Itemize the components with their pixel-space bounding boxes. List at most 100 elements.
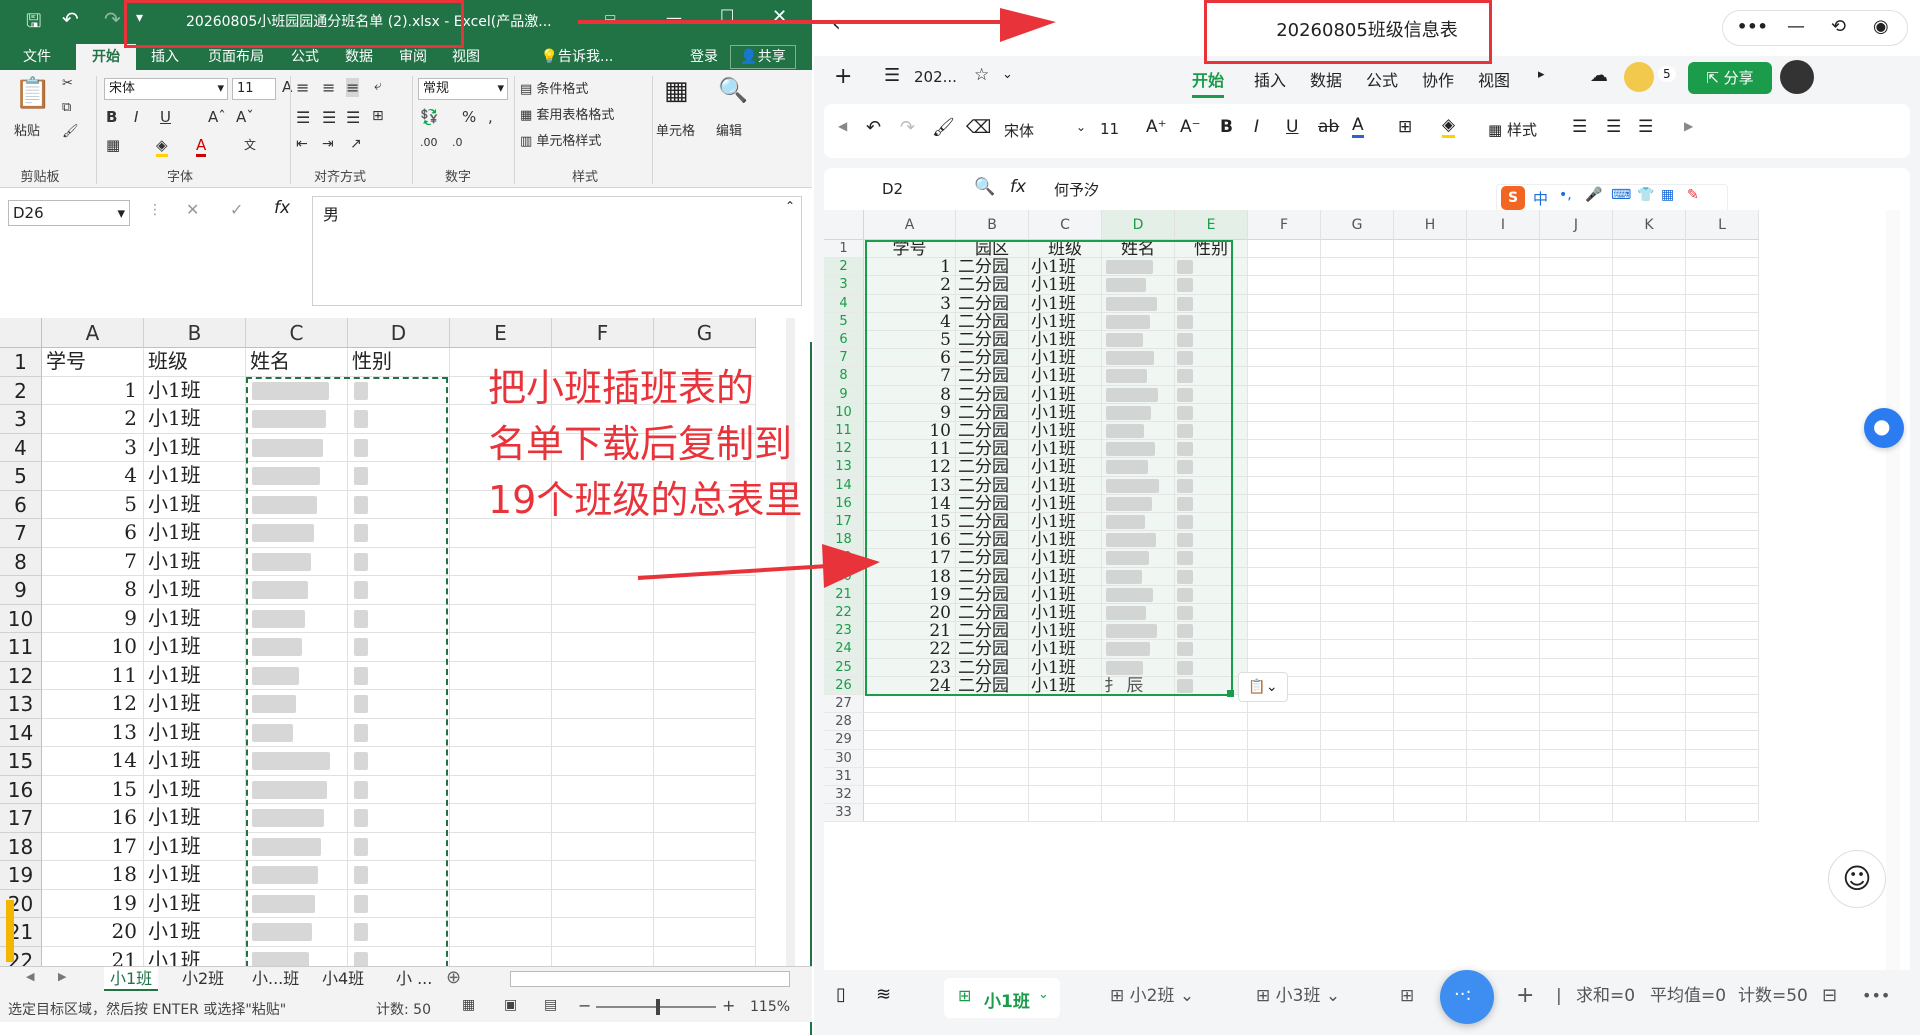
grid-cell[interactable]: [1686, 695, 1759, 714]
grid-cell[interactable]: 6: [864, 349, 956, 368]
grid-cell[interactable]: [1248, 494, 1321, 513]
grid-cell[interactable]: [1686, 513, 1759, 532]
grid-cell[interactable]: [1686, 385, 1759, 404]
grid-cell[interactable]: [1394, 567, 1467, 586]
row-header[interactable]: 1: [824, 240, 864, 259]
grid-cell[interactable]: [1029, 731, 1102, 750]
grid-cell[interactable]: [1467, 640, 1540, 659]
grid-cell[interactable]: 21: [864, 622, 956, 641]
grid-cell[interactable]: [1321, 585, 1394, 604]
grid-cell[interactable]: 7: [42, 547, 144, 576]
next-sheet-icon[interactable]: ▶: [58, 970, 66, 983]
grid-cell[interactable]: [1686, 585, 1759, 604]
skin-icon[interactable]: 👕: [1637, 187, 1654, 203]
grid-cell[interactable]: [1686, 476, 1759, 495]
shrink-font-icon[interactable]: Aˇ: [236, 108, 254, 126]
menu-formula[interactable]: 公式: [1366, 67, 1398, 91]
row-header[interactable]: 9: [824, 385, 864, 404]
grid-cell[interactable]: [1175, 622, 1248, 641]
grid-cell[interactable]: [1175, 385, 1248, 404]
grid-cell[interactable]: [1613, 440, 1686, 459]
grid-cell[interactable]: [1321, 604, 1394, 623]
grid-cell[interactable]: [1102, 604, 1175, 623]
grid-cell[interactable]: 小1班: [1029, 640, 1102, 659]
grid-cell[interactable]: [1175, 604, 1248, 623]
grid-cell[interactable]: 小1班: [144, 861, 246, 890]
grid-cell[interactable]: [1540, 640, 1613, 659]
grid-cell[interactable]: [552, 633, 654, 662]
grid-cell[interactable]: [1175, 403, 1248, 422]
grid-cell[interactable]: 5: [864, 331, 956, 350]
fx-icon[interactable]: fx: [1010, 177, 1026, 197]
row-header[interactable]: 7: [824, 349, 864, 368]
stats-icon[interactable]: ⊟: [1822, 978, 1837, 1014]
cells-icon[interactable]: ▦: [664, 76, 689, 106]
grid-cell[interactable]: [864, 731, 956, 750]
grid-cell[interactable]: [1321, 695, 1394, 714]
column-header[interactable]: B: [144, 318, 246, 348]
grid-cell[interactable]: [1029, 695, 1102, 714]
grid-cell[interactable]: [1321, 240, 1394, 259]
grid-cell[interactable]: 小1班: [1029, 276, 1102, 295]
format-brush-icon[interactable]: 🖌: [932, 117, 955, 138]
grid-cell[interactable]: [654, 946, 756, 966]
grid-cell[interactable]: [1248, 440, 1321, 459]
grid-cell[interactable]: [864, 713, 956, 732]
grid-cell[interactable]: [1175, 549, 1248, 568]
sheet-tab-active[interactable]: 小1班: [104, 967, 159, 991]
grid-cell[interactable]: [552, 918, 654, 947]
grid-cell[interactable]: 18: [864, 567, 956, 586]
grid-cell[interactable]: [1321, 731, 1394, 750]
zoom-in-icon[interactable]: +: [722, 996, 735, 1015]
grid-cell[interactable]: [654, 861, 756, 890]
grid-cell[interactable]: 小1班: [1029, 622, 1102, 641]
column-header[interactable]: G: [1321, 210, 1394, 240]
grid-cell[interactable]: [1540, 294, 1613, 313]
grid-cell[interactable]: [1029, 749, 1102, 768]
grid-cell[interactable]: [1321, 331, 1394, 350]
grid-cell[interactable]: [1540, 767, 1613, 786]
grid-cell[interactable]: [956, 786, 1029, 805]
grid-cell[interactable]: [1102, 531, 1175, 550]
grid-cell[interactable]: [1248, 622, 1321, 641]
row-header[interactable]: 8: [824, 367, 864, 386]
grid-cell[interactable]: [450, 946, 552, 966]
grid-cell[interactable]: [956, 731, 1029, 750]
grid-cell[interactable]: [1394, 349, 1467, 368]
decrease-decimal-icon[interactable]: .0: [452, 136, 463, 149]
row-header[interactable]: 32: [824, 786, 864, 805]
grid-cell[interactable]: 14: [42, 747, 144, 776]
align-middle-icon[interactable]: ≡: [322, 78, 335, 97]
grid-cell[interactable]: [1467, 549, 1540, 568]
add-sheet-icon[interactable]: +: [1516, 978, 1534, 1014]
grid-cell[interactable]: [1321, 804, 1394, 823]
keyboard-icon[interactable]: ⌨: [1611, 187, 1631, 203]
sheet-tab[interactable]: 小 ...: [390, 967, 438, 991]
column-header[interactable]: D: [1102, 210, 1175, 240]
grid-cell[interactable]: 10: [864, 422, 956, 441]
row-header[interactable]: 6: [0, 490, 42, 519]
grid-cell[interactable]: [1467, 731, 1540, 750]
grid-cell[interactable]: 二分园: [956, 312, 1029, 331]
grid-cell[interactable]: [1321, 622, 1394, 641]
grid-cell[interactable]: 小1班: [144, 433, 246, 462]
menu-more-icon[interactable]: ▸: [1538, 67, 1545, 82]
chevron-down-icon[interactable]: ⌄: [1002, 67, 1013, 82]
grid-cell[interactable]: 15: [42, 775, 144, 804]
grid-cell[interactable]: [1613, 385, 1686, 404]
grid-cell[interactable]: [1175, 749, 1248, 768]
grid-cell[interactable]: [1175, 713, 1248, 732]
row-header[interactable]: 18: [824, 531, 864, 550]
grid-cell[interactable]: [1540, 403, 1613, 422]
column-header[interactable]: K: [1613, 210, 1686, 240]
grid-cell[interactable]: [654, 661, 756, 690]
grid-cell[interactable]: [552, 861, 654, 890]
grid-cell[interactable]: [450, 747, 552, 776]
grid-cell[interactable]: [1686, 622, 1759, 641]
row-header[interactable]: 4: [0, 433, 42, 462]
row-header[interactable]: 5: [0, 462, 42, 491]
grid-cell[interactable]: [1686, 312, 1759, 331]
italic-icon[interactable]: I: [134, 108, 138, 126]
grid-cell[interactable]: [1175, 640, 1248, 659]
menu-insert[interactable]: 插入: [1254, 67, 1286, 91]
